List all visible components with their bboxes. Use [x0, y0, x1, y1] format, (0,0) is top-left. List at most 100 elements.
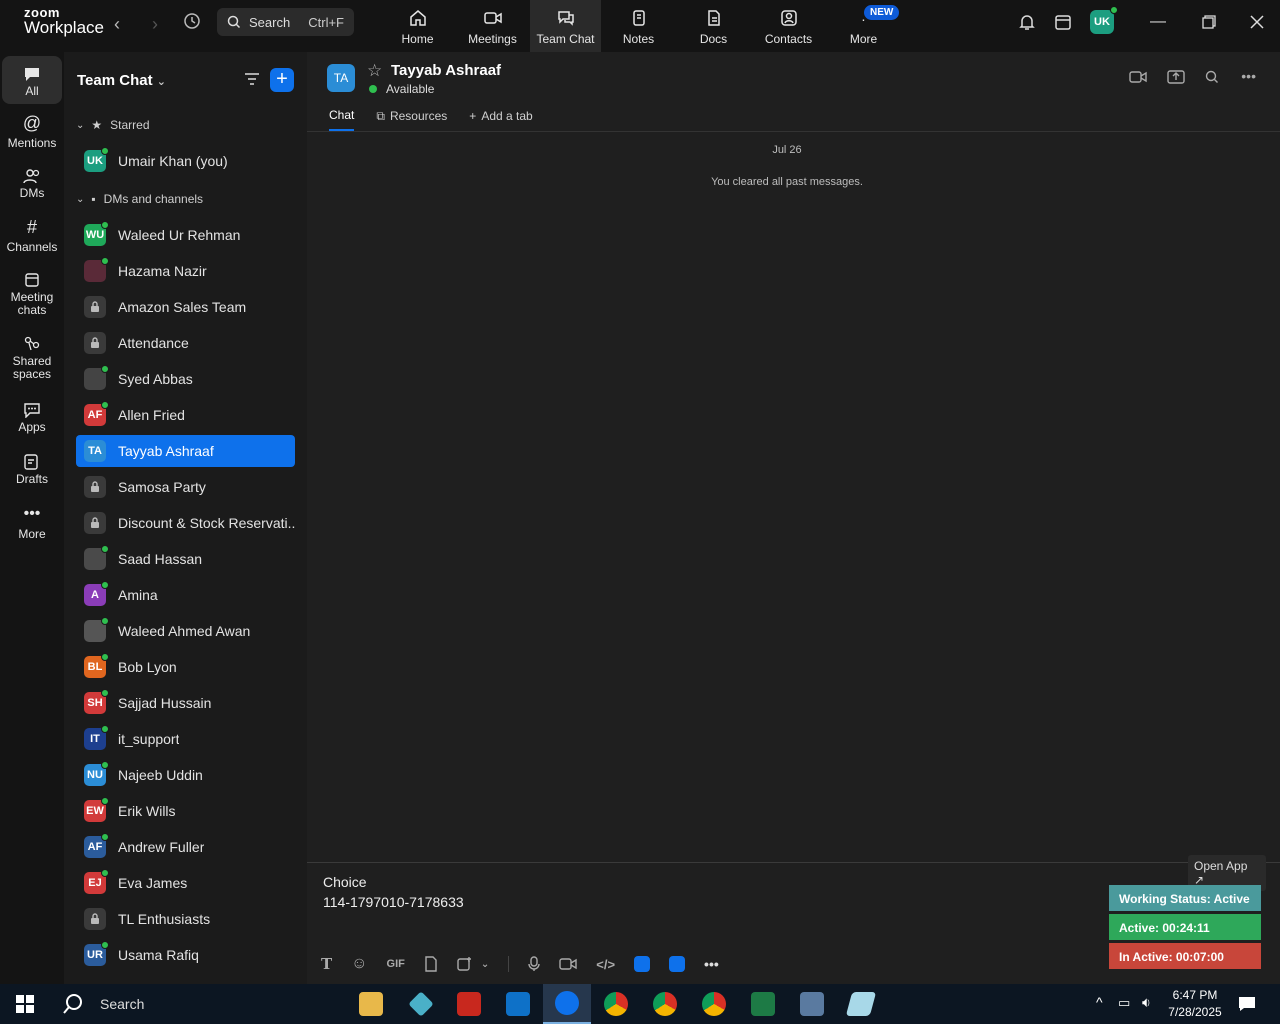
bell-icon[interactable] [1018, 13, 1036, 31]
list-item[interactable]: Samosa Party [76, 471, 295, 503]
sidebar-title[interactable]: Team Chat ⌄ [77, 72, 166, 89]
zoom-app-icon[interactable] [669, 956, 686, 972]
list-item[interactable]: AF Allen Fried [76, 399, 295, 431]
outlook-icon[interactable] [505, 984, 531, 1024]
tab-home[interactable]: Home [380, 0, 455, 52]
avatar: TA [84, 440, 106, 462]
tab-chat[interactable]: Chat [329, 108, 355, 131]
list-item[interactable]: IT it_support [76, 723, 295, 755]
video-clip-icon[interactable] [559, 957, 577, 971]
contact-avatar[interactable]: TA [327, 64, 355, 92]
list-item[interactable]: Waleed Ahmed Awan [76, 615, 295, 647]
contact-name[interactable]: Tayyab Ashraaf [391, 62, 501, 79]
tab-contacts[interactable]: Contacts [751, 0, 826, 52]
system-clock[interactable]: 6:47 PM 7/28/2025 [1160, 987, 1230, 1021]
app-icon[interactable] [634, 956, 651, 972]
section-dms-channels[interactable]: ⌄ ▪ DMs and channels [76, 192, 203, 206]
rail-meeting-chats[interactable]: Meeting chats [2, 272, 62, 317]
calendar-icon[interactable] [1054, 13, 1072, 31]
list-item[interactable]: Amazon Sales Team [76, 291, 295, 323]
tab-more[interactable]: NEW · More [826, 0, 901, 52]
share-screen-icon[interactable] [1167, 70, 1185, 84]
tab-resources[interactable]: ⧉ Resources [376, 108, 447, 131]
section-starred[interactable]: ⌄ ★ Starred [76, 118, 150, 132]
message-input[interactable]: Choice 114-1797010-7178633 [323, 872, 464, 912]
notifications-icon[interactable] [1238, 995, 1256, 1013]
list-item-label: Waleed Ur Rehman [118, 227, 241, 243]
minimize-icon[interactable]: — [1150, 13, 1166, 31]
presence-dot [101, 941, 109, 949]
history-icon[interactable] [183, 12, 201, 30]
calculator-icon[interactable] [799, 984, 825, 1024]
rail-more[interactable]: ••• More [2, 506, 62, 541]
back-arrow-icon[interactable]: ‹ [114, 14, 120, 35]
list-item[interactable]: A Amina [76, 579, 295, 611]
top-nav-tabs: Home Meetings Team Chat Notes Docs Conta… [380, 0, 901, 52]
list-item[interactable]: Hazama Nazir [76, 255, 295, 287]
microphone-icon[interactable] [528, 956, 540, 972]
list-item-selected[interactable]: TA Tayyab Ashraaf [76, 435, 295, 467]
excel-icon[interactable] [750, 984, 776, 1024]
chrome-icon[interactable] [603, 984, 629, 1024]
filter-icon[interactable] [244, 71, 260, 87]
list-item[interactable]: EW Erik Wills [76, 795, 295, 827]
list-item-label: Usama Rafiq [118, 947, 199, 963]
tab-notes[interactable]: Notes [601, 0, 676, 52]
rail-channels[interactable]: # Channels [2, 218, 62, 254]
rail-shared-spaces[interactable]: Shared spaces [2, 336, 62, 381]
app-icon[interactable] [408, 984, 434, 1024]
presence-dot [369, 85, 377, 93]
tab-meetings[interactable]: Meetings [455, 0, 530, 52]
network-icon[interactable]: ▭ [1118, 995, 1130, 1011]
windows-start-button[interactable] [12, 984, 38, 1024]
list-item[interactable]: Syed Abbas [76, 363, 295, 395]
list-item[interactable]: TL Enthusiasts [76, 903, 295, 935]
tab-add[interactable]: + Add a tab [469, 108, 532, 131]
list-item[interactable]: Saad Hassan [76, 543, 295, 575]
list-item[interactable]: NU Najeeb Uddin [76, 759, 295, 791]
close-icon[interactable] [1250, 15, 1264, 29]
tab-docs[interactable]: Docs [676, 0, 751, 52]
emoji-icon[interactable]: ☺ [351, 955, 367, 973]
more-options-icon[interactable]: ••• [704, 956, 719, 972]
rail-apps[interactable]: Apps [2, 402, 62, 434]
list-item[interactable]: BL Bob Lyon [76, 651, 295, 683]
rail-mentions[interactable]: @ Mentions [2, 114, 62, 150]
search-icon[interactable] [1205, 70, 1221, 84]
new-chat-button[interactable]: + [270, 68, 294, 92]
list-item[interactable]: AF Andrew Fuller [76, 831, 295, 863]
gif-button[interactable]: GIF [387, 958, 405, 970]
list-item[interactable]: SH Sajjad Hussain [76, 687, 295, 719]
list-item[interactable]: EJ Eva James [76, 867, 295, 899]
video-call-icon[interactable] [1129, 70, 1147, 84]
rail-drafts[interactable]: Drafts [2, 454, 62, 486]
app-icon[interactable] [845, 984, 877, 1024]
restore-icon[interactable] [1202, 15, 1216, 29]
zoom-taskbar-icon[interactable] [543, 984, 591, 1024]
filezilla-icon[interactable] [456, 984, 482, 1024]
forward-arrow-icon[interactable]: › [152, 14, 158, 35]
list-item[interactable]: Discount & Stock Reservati... [76, 507, 295, 539]
rail-dms[interactable]: DMs [2, 168, 62, 200]
more-options-icon[interactable]: ••• [1241, 69, 1256, 84]
screenshot-button[interactable]: ⌄ [457, 956, 489, 972]
file-icon[interactable] [424, 956, 438, 972]
list-item[interactable]: WU Waleed Ur Rehman [76, 219, 295, 251]
chevron-up-icon[interactable]: ^ [1096, 994, 1103, 1010]
text-format-icon[interactable]: T [321, 955, 332, 973]
avatar: A [84, 581, 109, 606]
list-item[interactable]: UR Usama Rafiq [76, 939, 295, 971]
chrome-icon[interactable] [652, 984, 678, 1024]
taskbar-search[interactable]: Search [50, 984, 340, 1024]
file-explorer-icon[interactable] [358, 984, 384, 1024]
chrome-icon[interactable] [701, 984, 727, 1024]
list-item[interactable]: Attendance [76, 327, 295, 359]
rail-all[interactable]: All [2, 56, 62, 104]
search-box[interactable]: Search Ctrl+F [217, 8, 354, 36]
user-avatar[interactable]: UK [1090, 6, 1118, 34]
tab-team-chat[interactable]: Team Chat [530, 0, 601, 52]
star-icon[interactable]: ☆ [367, 61, 382, 81]
code-snippet-icon[interactable]: </> [596, 957, 615, 972]
volume-icon[interactable]: 🔉︎ [1142, 994, 1151, 1011]
list-item[interactable]: UK Umair Khan (you) [76, 145, 295, 177]
